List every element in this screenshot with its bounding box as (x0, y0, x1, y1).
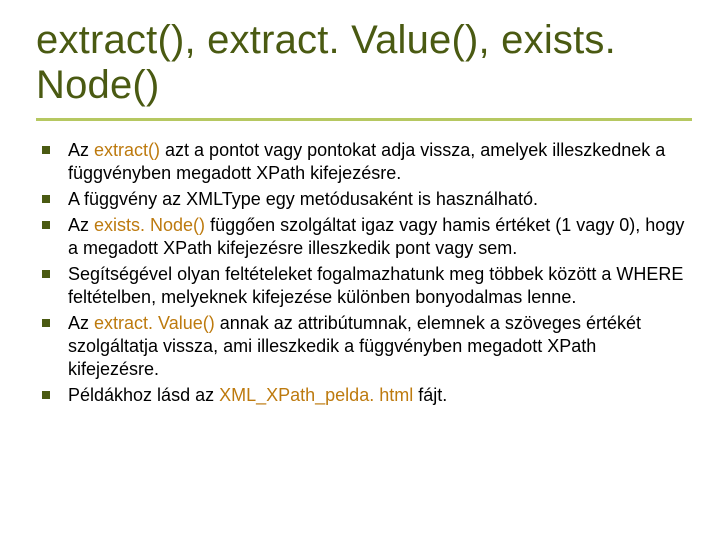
square-bullet-icon (42, 195, 50, 203)
text-segment: A függvény az XMLType egy metódusaként i… (68, 189, 538, 209)
list-item: Példákhoz lásd az XML_XPath_pelda. html … (42, 384, 692, 407)
square-bullet-icon (42, 146, 50, 154)
bullet-list: Az extract() azt a pontot vagy pontokat … (36, 139, 692, 407)
text-segment: Az (68, 215, 94, 235)
keyword: XML_XPath_pelda. html (219, 385, 413, 405)
list-item-text: A függvény az XMLType egy metódusaként i… (68, 188, 538, 211)
text-segment: Az (68, 140, 94, 160)
square-bullet-icon (42, 221, 50, 229)
text-segment: Példákhoz lásd az (68, 385, 219, 405)
slide-title: extract(), extract. Value(), exists. Nod… (36, 18, 692, 121)
square-bullet-icon (42, 270, 50, 278)
list-item: Segítségével olyan feltételeket fogalmaz… (42, 263, 692, 309)
list-item-text: Segítségével olyan feltételeket fogalmaz… (68, 263, 692, 309)
square-bullet-icon (42, 391, 50, 399)
keyword: extract. Value() (94, 313, 215, 333)
text-segment: Az (68, 313, 94, 333)
keyword: exists. Node() (94, 215, 205, 235)
list-item: Az extract() azt a pontot vagy pontokat … (42, 139, 692, 185)
list-item: Az exists. Node() függően szolgáltat iga… (42, 214, 692, 260)
list-item-text: Példákhoz lásd az XML_XPath_pelda. html … (68, 384, 447, 407)
list-item-text: Az exists. Node() függően szolgáltat iga… (68, 214, 692, 260)
text-segment: Segítségével olyan feltételeket fogalmaz… (68, 264, 683, 307)
list-item-text: Az extract. Value() annak az attribútumn… (68, 312, 692, 381)
list-item: A függvény az XMLType egy metódusaként i… (42, 188, 692, 211)
text-segment: fájt. (413, 385, 447, 405)
keyword: extract() (94, 140, 160, 160)
list-item-text: Az extract() azt a pontot vagy pontokat … (68, 139, 692, 185)
square-bullet-icon (42, 319, 50, 327)
list-item: Az extract. Value() annak az attribútumn… (42, 312, 692, 381)
